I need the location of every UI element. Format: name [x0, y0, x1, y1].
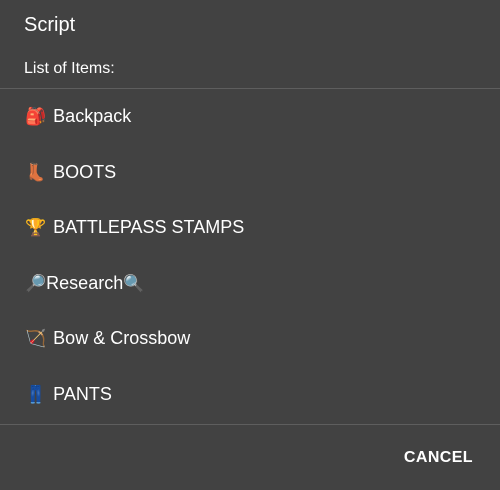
- items-list: 🎒 Backpack 👢 BOOTS 🏆 BATTLEPASS STAMPS 🔎…: [0, 89, 500, 424]
- dialog-subtitle: List of Items:: [24, 60, 115, 77]
- list-item-research[interactable]: 🔎 Research 🔍: [0, 256, 500, 311]
- list-item-boots[interactable]: 👢 BOOTS: [0, 145, 500, 200]
- bow-and-arrow-icon: 🏹: [25, 328, 47, 349]
- jeans-icon: 👖: [25, 384, 47, 405]
- list-item-label: Backpack: [53, 106, 132, 126]
- list-item-label: PANTS: [53, 384, 112, 404]
- magnifier-icon: 🔎: [25, 273, 47, 294]
- script-dialog: Script List of Items: 🎒 Backpack 👢 BOOTS…: [0, 0, 500, 490]
- list-item-label: BATTLEPASS STAMPS: [53, 217, 245, 237]
- list-item-bow-crossbow[interactable]: 🏹 Bow & Crossbow: [0, 311, 500, 366]
- backpack-icon: 🎒: [25, 106, 47, 127]
- list-item-label: Research: [46, 273, 124, 293]
- dialog-title: Script: [24, 14, 76, 36]
- magnifier-icon: 🔍: [123, 273, 145, 294]
- list-item-label: BOOTS: [53, 162, 117, 182]
- list-item-label: Bow & Crossbow: [53, 328, 191, 348]
- list-item-battlepass-stamps[interactable]: 🏆 BATTLEPASS STAMPS: [0, 200, 500, 255]
- bottom-divider: [0, 424, 500, 425]
- cancel-button[interactable]: CANCEL: [404, 449, 473, 467]
- boot-icon: 👢: [25, 162, 47, 183]
- list-item-pants[interactable]: 👖 PANTS: [0, 367, 500, 422]
- trophy-icon: 🏆: [25, 217, 47, 238]
- list-item-backpack[interactable]: 🎒 Backpack: [0, 89, 500, 144]
